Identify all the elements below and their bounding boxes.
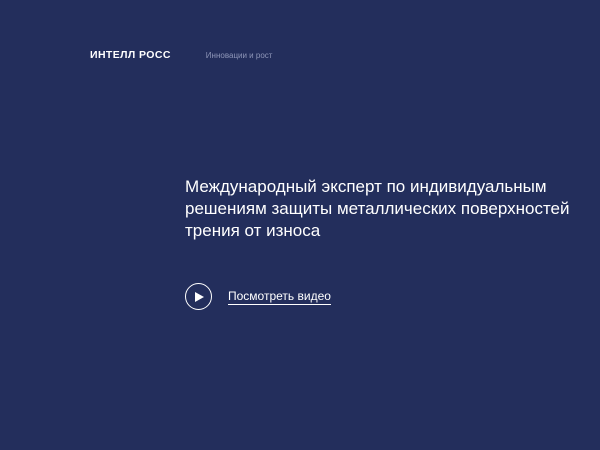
watch-video-link[interactable]: Посмотреть видео (185, 283, 331, 310)
hero-headline-line-1: Международный эксперт по индивидуальным (185, 177, 547, 196)
site-header: ИНТЕЛЛ РОСС Инновации и рост (90, 49, 272, 62)
play-icon (195, 291, 204, 302)
hero-section: Международный эксперт по индивидуальным … (185, 176, 600, 242)
brand-tagline: Инновации и рост (205, 51, 273, 60)
watch-video-label[interactable]: Посмотреть видео (228, 289, 331, 305)
brand-logo-text[interactable]: ИНТЕЛЛ РОСС (90, 49, 171, 62)
hero-headline: Международный эксперт по индивидуальным … (185, 176, 600, 242)
hero-headline-line-3: трения от износа (185, 221, 321, 240)
play-button[interactable] (185, 283, 212, 310)
hero-headline-line-2: решениям защиты металлических поверхност… (185, 199, 570, 218)
